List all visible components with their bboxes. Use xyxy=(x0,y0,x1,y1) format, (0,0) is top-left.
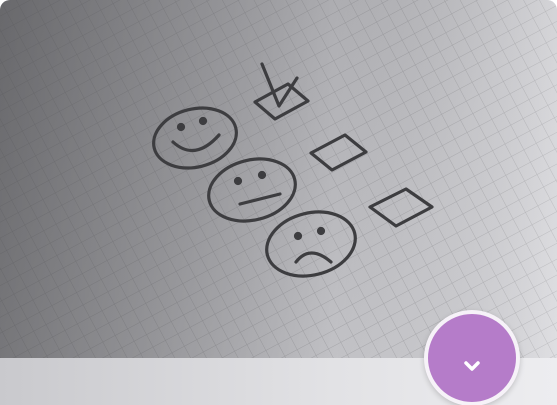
chevron-down-icon xyxy=(464,361,480,371)
feedback-card xyxy=(0,0,557,405)
expand-button[interactable] xyxy=(424,310,520,405)
photo-illustration xyxy=(0,0,557,358)
feedback-checklist-photo xyxy=(0,0,557,358)
